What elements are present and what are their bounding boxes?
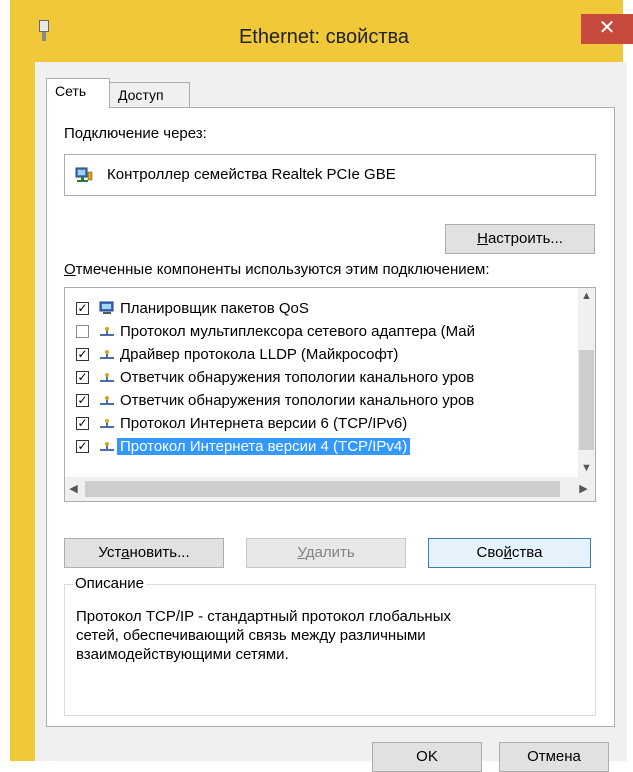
list-item[interactable]: ✓ Ответчик обнаружения топологии канальн… — [65, 390, 565, 413]
close-icon: ✕ — [598, 17, 616, 39]
list-item[interactable]: ✓ Протокол Интернета версии 6 (TCP/IPv6) — [65, 413, 565, 436]
component-checkbox[interactable]: ✓ — [76, 371, 89, 384]
scroll-right-icon[interactable]: ▶ — [575, 481, 592, 498]
cancel-button[interactable]: Отмена — [499, 742, 609, 772]
remove-accel: У — [297, 544, 306, 561]
list-item[interactable]: ✓ Планировщик пакетов QoS — [65, 298, 565, 321]
component-checkbox[interactable]: ✓ — [76, 394, 89, 407]
protocol-icon — [100, 327, 114, 336]
protocol-icon — [100, 396, 114, 405]
components-label: Отмеченные компоненты используются этим … — [64, 261, 489, 278]
horizontal-scrollbar[interactable]: ◀ ▶ — [65, 477, 595, 501]
properties-label-pre: Сво — [476, 544, 504, 561]
properties-accel: й — [503, 544, 512, 561]
network-adapter-icon — [75, 167, 93, 182]
component-checkbox[interactable]: ✓ — [76, 440, 89, 453]
horizontal-scroll-thumb[interactable] — [85, 481, 560, 497]
component-label-selected: Протокол Интернета версии 4 (TCP/IPv4) — [117, 438, 411, 455]
protocol-icon — [100, 373, 114, 382]
scroll-left-icon[interactable]: ◀ — [65, 481, 82, 498]
component-checkbox[interactable]: ✓ — [76, 417, 89, 430]
component-label: Драйвер протокола LLDP (Майкрософт) — [120, 346, 399, 363]
vertical-scrollbar[interactable]: ▲ ▼ — [578, 288, 595, 477]
component-checkbox[interactable] — [76, 325, 89, 338]
vertical-scroll-thumb[interactable] — [579, 350, 594, 450]
properties-button[interactable]: Свойства — [428, 538, 591, 568]
dialog-client: Сеть Доступ Подключение через: Контролле… — [35, 62, 627, 772]
install-button[interactable]: Установить... — [64, 538, 224, 568]
window-title: Ethernet: свойства — [238, 26, 410, 48]
cancel-label: Отмена — [527, 748, 581, 765]
description-group: Описание Протокол TCP/IP - стандартный п… — [64, 575, 596, 716]
scroll-down-icon[interactable]: ▼ — [578, 460, 595, 477]
list-item[interactable]: ✓ Протокол Интернета версии 4 (TCP/IPv4) — [65, 436, 565, 459]
configure-label: астроить... — [487, 230, 563, 247]
component-checkbox[interactable]: ✓ — [76, 302, 89, 315]
components-label-text: тмеченные компоненты используются этим п… — [75, 261, 490, 278]
title-bar[interactable]: Ethernet: свойства ✕ — [22, 14, 633, 54]
tab-sharing[interactable]: Доступ — [110, 82, 190, 108]
component-checkbox[interactable]: ✓ — [76, 348, 89, 361]
tab-panel: Подключение через: Контроллер семейства … — [46, 107, 615, 727]
list-item[interactable]: ✓ Драйвер протокола LLDP (Майкрософт) — [65, 344, 565, 367]
properties-label-post: ства — [511, 544, 543, 561]
component-label: Протокол Интернета версии 6 (TCP/IPv6) — [120, 415, 408, 432]
description-title: Описание — [73, 575, 147, 592]
remove-label: далить — [305, 544, 355, 561]
list-item[interactable]: Протокол мультиплексора сетевого адаптер… — [65, 321, 565, 344]
adapter-box: Контроллер семейства Realtek PCIe GBE — [64, 154, 596, 196]
configure-accel: Н — [477, 230, 488, 247]
scroll-up-icon[interactable]: ▲ — [578, 288, 595, 305]
component-label: Планировщик пакетов QoS — [120, 300, 309, 317]
properties-window: Ethernet: свойства ✕ Сеть Доступ Подключ… — [0, 0, 633, 772]
install-label-post: новить... — [129, 544, 190, 561]
component-label: Ответчик обнаружения топологии канальног… — [120, 369, 475, 386]
ok-button[interactable]: OK — [372, 742, 482, 772]
tab-sharing-label: Доступ — [118, 87, 164, 103]
close-button[interactable]: ✕ — [581, 14, 633, 44]
tab-network-label: Сеть — [55, 83, 87, 99]
description-text: Протокол TCP/IP - стандартный протокол г… — [76, 608, 451, 663]
component-label: Ответчик обнаружения топологии канальног… — [120, 392, 475, 409]
protocol-icon — [100, 442, 114, 451]
protocol-icon — [100, 419, 114, 428]
connect-using-label: Подключение через: — [64, 125, 207, 142]
protocol-icon — [100, 350, 114, 359]
qos-scheduler-icon — [99, 301, 114, 314]
install-label-pre: Уст — [98, 544, 122, 561]
component-label: Протокол мультиплексора сетевого адаптер… — [120, 323, 475, 340]
components-accel: О — [64, 261, 76, 278]
tab-network[interactable]: Сеть — [46, 78, 110, 108]
ok-label: OK — [416, 748, 438, 765]
components-list[interactable]: ✓ Планировщик пакетов QoS Протокол мульт… — [64, 287, 596, 502]
remove-button[interactable]: Удалить — [246, 538, 406, 568]
configure-button[interactable]: Настроить... — [445, 224, 595, 254]
list-item[interactable]: ✓ Ответчик обнаружения топологии канальн… — [65, 367, 565, 390]
adapter-name: Контроллер семейства Realtek PCIe GBE — [107, 166, 396, 183]
